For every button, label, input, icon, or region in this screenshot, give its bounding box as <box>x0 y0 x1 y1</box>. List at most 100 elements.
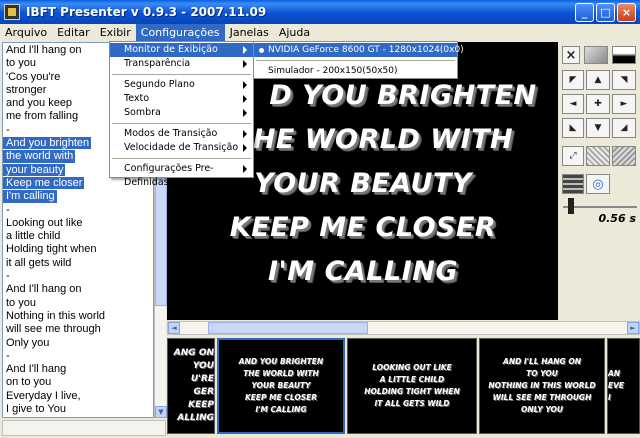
split-background-button[interactable] <box>612 46 636 64</box>
configuracoes-menu: Monitor de Exibição Transparência Segund… <box>109 41 254 188</box>
scroll-left-button[interactable]: ◄ <box>168 322 180 334</box>
submenu-arrow-icon <box>243 95 247 103</box>
menu-item-monitor[interactable]: Monitor de Exibição <box>110 43 253 57</box>
menu-ajuda[interactable]: Ajuda <box>274 24 315 41</box>
slide-thumbnail[interactable]: AND YOU BRIGHTEN THE WORLD WITH YOUR BEAUT… <box>217 338 345 434</box>
menu-configuracoes[interactable]: Configurações <box>135 24 225 41</box>
transition-speed-track[interactable] <box>563 206 637 208</box>
lyric-line[interactable]: Nothing in this world <box>3 310 105 322</box>
lyric-line[interactable]: I give to You <box>3 403 66 415</box>
thumbnail-line: TO YOU <box>526 369 558 378</box>
lyric-line[interactable]: And you brighten <box>3 137 92 150</box>
menu-item-sombra[interactable]: Sombra <box>110 106 253 120</box>
scroll-thumb[interactable] <box>208 322 368 334</box>
menu-item-transparencia[interactable]: Transparência <box>110 57 253 71</box>
transition-speed-slider[interactable] <box>568 198 574 214</box>
menu-separator <box>256 60 455 61</box>
preview-horizontal-scrollbar[interactable]: ◄ ► <box>167 321 640 335</box>
lines-icon[interactable] <box>562 174 584 194</box>
lyric-line[interactable]: it all gets wild <box>3 257 71 269</box>
lyric-line[interactable]: - <box>3 350 10 362</box>
menu-item-velocidade-transicao[interactable]: Velocidade de Transição <box>110 141 253 155</box>
lyric-line[interactable]: - <box>3 124 10 136</box>
lyric-line[interactable]: Only you <box>3 337 49 349</box>
lyric-line[interactable]: And I'll hang on <box>3 44 82 56</box>
menu-editar[interactable]: Editar <box>52 24 95 41</box>
preview-line: I'M CALLING <box>267 256 458 287</box>
expand-icon[interactable]: ⤢ <box>562 146 584 166</box>
slide-thumbnail[interactable]: AND I'LL HANG ON TO YOU NOTHING IN THIS WO… <box>479 338 605 434</box>
menu-exibir[interactable]: Exibir <box>95 24 136 41</box>
menu-item-label: Texto <box>124 93 150 104</box>
lyric-line[interactable]: your beauty <box>3 163 66 176</box>
menu-arquivo[interactable]: Arquivo <box>0 24 52 41</box>
gradient-background-button[interactable] <box>584 46 608 64</box>
lyric-line[interactable]: Keep me closer <box>3 176 85 190</box>
menu-janelas[interactable]: Janelas <box>225 24 274 41</box>
lyrics-horizontal-scrollbar[interactable] <box>2 420 166 436</box>
lyric-line[interactable]: and you keep <box>3 97 72 109</box>
lyric-line[interactable]: to you <box>3 297 36 309</box>
swirl-icon[interactable]: ◎ <box>586 174 610 194</box>
noise-texture-button[interactable] <box>612 146 636 166</box>
thumbnail-line: YOUR BEAUTY <box>251 381 311 390</box>
slide-thumbnail[interactable]: LOOKING OUT LIKE A LITTLE CHILD HOLDING TI… <box>347 338 477 434</box>
lyric-line[interactable]: to you <box>3 57 36 69</box>
lyric-line[interactable]: Looking out like <box>3 217 82 229</box>
app-icon[interactable] <box>4 4 20 20</box>
lyric-line[interactable]: - <box>3 270 10 282</box>
align-right-button[interactable]: ► <box>612 94 636 114</box>
lyric-line[interactable]: I'm calling <box>3 190 57 203</box>
lyric-line[interactable]: will see me through <box>3 323 101 335</box>
minimize-button[interactable]: _ <box>575 3 594 22</box>
menu-separator <box>112 158 251 159</box>
lyric-line[interactable]: the world with <box>3 150 76 163</box>
thumbnail-line: KEEP <box>188 400 214 410</box>
clear-screen-button[interactable]: × <box>562 46 580 64</box>
align-bottom-left-button[interactable]: ◣ <box>562 118 584 138</box>
lyric-line[interactable]: Everyday I live, <box>3 390 81 402</box>
menu-item-label: Sombra <box>124 107 161 118</box>
lyric-line[interactable]: And I'll hang <box>3 363 66 375</box>
lyric-line[interactable]: 'Cos you're <box>3 71 60 83</box>
scroll-down-button[interactable]: ▼ <box>155 406 167 418</box>
pattern-texture-button[interactable] <box>586 146 610 166</box>
menu-item-modos-transicao[interactable]: Modos de Transição <box>110 127 253 141</box>
menu-item-configuracoes-predefinidas[interactable]: Configurações Pre-Definidas <box>110 162 253 188</box>
monitor-option-simulador[interactable]: Simulador - 200x150(50x50) <box>254 64 457 78</box>
scroll-right-button[interactable]: ► <box>627 322 639 334</box>
lyric-line[interactable]: on to you <box>3 376 51 388</box>
slide-thumbnail[interactable]: ANG ON YOU U'RE GER KEEP ALLING <box>167 338 215 434</box>
align-bottom-button[interactable]: ▼ <box>586 118 610 138</box>
submenu-arrow-icon <box>243 81 247 89</box>
lyric-line[interactable]: Holding tight when <box>3 243 97 255</box>
lyric-line[interactable]: a little child <box>3 230 60 242</box>
align-bottom-right-button[interactable]: ◢ <box>612 118 636 138</box>
lyric-line[interactable]: - <box>3 416 10 417</box>
transition-time-label: 0.56 s <box>598 212 636 225</box>
align-top-right-button[interactable]: ◥ <box>612 70 636 90</box>
preview-line: KEEP ME CLOSER <box>229 212 497 243</box>
thumbnail-line: AN <box>608 369 621 378</box>
maximize-button[interactable]: □ <box>596 3 615 22</box>
lyric-line[interactable]: And I'll hang on <box>3 283 82 295</box>
align-top-button[interactable]: ▲ <box>586 70 610 90</box>
lyric-line[interactable]: me from falling <box>3 110 78 122</box>
align-top-left-button[interactable]: ◤ <box>562 70 584 90</box>
align-left-button[interactable]: ◄ <box>562 94 584 114</box>
thumbnail-line: WILL SEE ME THROUGH <box>492 393 592 402</box>
menu-bar: Arquivo Editar Exibir Configurações Jane… <box>0 24 640 41</box>
monitor-option-label: Simulador - 200x150(50x50) <box>268 66 398 76</box>
menu-item-segundo-plano[interactable]: Segundo Plano <box>110 78 253 92</box>
submenu-arrow-icon <box>243 130 247 138</box>
slide-thumbnail[interactable]: AN EVE I <box>607 338 640 434</box>
align-center-icon[interactable]: ✚ <box>586 94 610 114</box>
thumbnail-line: I <box>608 393 611 402</box>
thumbnail-line: YOU <box>192 361 214 371</box>
lyric-line[interactable]: - <box>3 204 10 216</box>
close-window-button[interactable]: × <box>617 3 636 22</box>
menu-item-texto[interactable]: Texto <box>110 92 253 106</box>
lyric-line[interactable]: stronger <box>3 84 46 96</box>
monitor-option-nvidia[interactable]: NVIDIA GeForce 8600 GT - 1280x1024(0x0) <box>254 43 464 57</box>
menu-item-label: Monitor de Exibição <box>124 44 218 55</box>
